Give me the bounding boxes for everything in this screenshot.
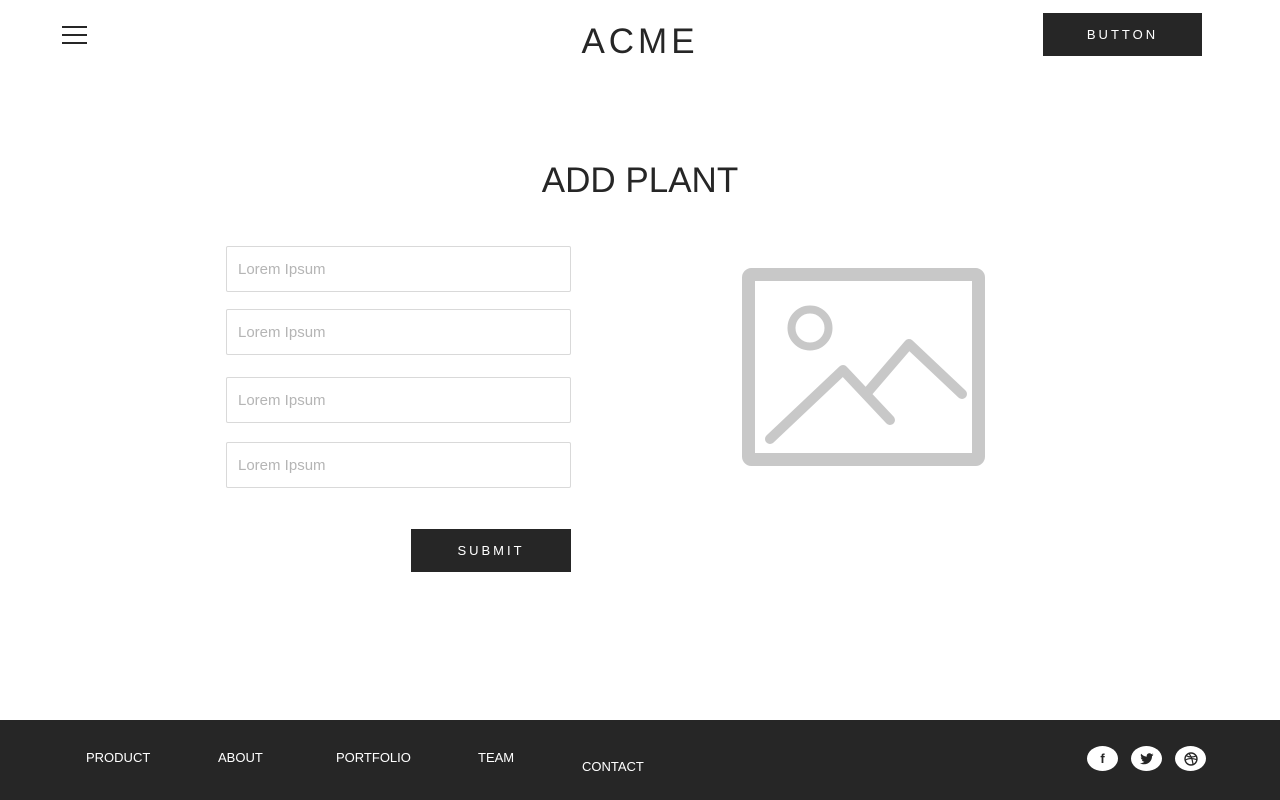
header-button[interactable]: BUTTON [1043, 13, 1202, 56]
plant-field-2[interactable] [226, 309, 571, 355]
twitter-icon[interactable] [1131, 746, 1162, 771]
twitter-bird-glyph [1139, 752, 1153, 764]
footer-link-team[interactable]: TEAM [478, 750, 514, 766]
image-placeholder-icon [742, 268, 985, 466]
footer-link-portfolio[interactable]: PORTFOLIO [336, 750, 411, 766]
submit-button[interactable]: SUBMIT [411, 529, 571, 572]
plant-field-1[interactable] [226, 246, 571, 292]
dribbble-ball-glyph [1183, 751, 1198, 766]
footer-link-about[interactable]: ABOUT [218, 750, 263, 766]
footer-link-contact[interactable]: CONTACT [582, 759, 644, 775]
facebook-glyph: f [1100, 751, 1105, 766]
plant-field-4[interactable] [226, 442, 571, 488]
facebook-icon[interactable]: f [1087, 746, 1118, 771]
plant-field-3[interactable] [226, 377, 571, 423]
page-title: ADD PLANT [541, 161, 739, 200]
footer: PRODUCT ABOUT PORTFOLIO TEAM CONTACT f [0, 720, 1280, 800]
page: ACME BUTTON ADD PLANT SUBMIT PRODUCT ABO… [0, 0, 1280, 800]
footer-link-product[interactable]: PRODUCT [86, 750, 150, 766]
dribbble-icon[interactable] [1175, 746, 1206, 771]
